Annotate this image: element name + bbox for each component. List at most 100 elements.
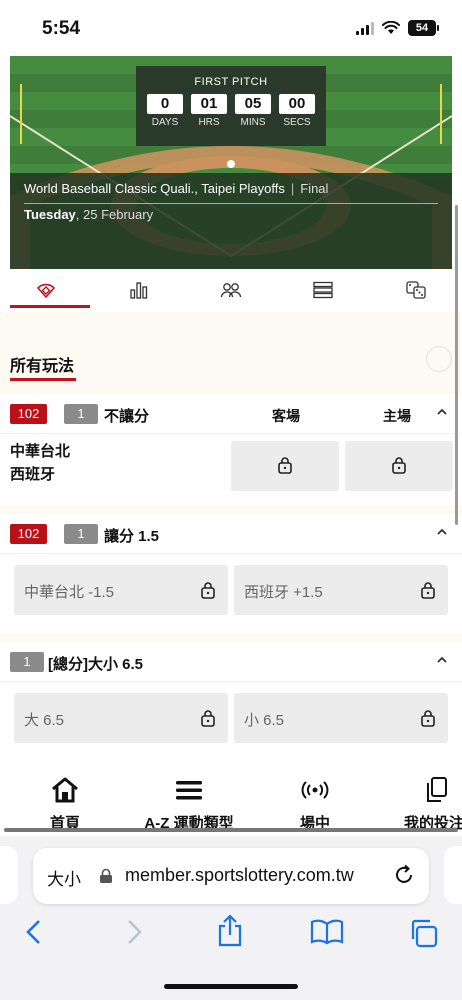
wifi-icon [382, 21, 400, 34]
nav-sports-az[interactable]: A-Z 運動類型 [136, 776, 242, 833]
market-count-badge: 1 [64, 524, 98, 544]
match-day: Tuesday [24, 207, 76, 222]
odd-label: 大 6.5 [24, 712, 65, 729]
reload-icon[interactable] [393, 864, 415, 886]
countdown-title: FIRST PITCH [194, 76, 268, 88]
back-icon[interactable] [24, 918, 44, 946]
status-icons: 54 [356, 20, 439, 36]
list-icon [313, 281, 334, 299]
nav-live[interactable]: 場中 [290, 776, 340, 833]
tab-lineups[interactable] [185, 270, 277, 310]
countdown-label: SECS [283, 117, 311, 128]
odd-over-button[interactable]: 大 6.5 [14, 693, 228, 743]
countdown-panel: FIRST PITCH 0 DAYS 01 HRS 05 MINS 00 SEC… [136, 66, 326, 146]
nav-home[interactable]: 首頁 [40, 776, 90, 833]
bookmarks-icon[interactable] [310, 918, 344, 946]
status-time: 5:54 [42, 18, 81, 39]
team-home: 西班牙 [10, 466, 56, 483]
countdown-value: 05 [235, 94, 271, 114]
players-icon [220, 283, 242, 298]
market-count-badge: 1 [10, 652, 44, 672]
countdown-days: 0 DAYS [147, 94, 183, 128]
address-bar[interactable]: 大小 member.sportslottery.com.tw [33, 848, 429, 904]
menu-icon [176, 781, 202, 800]
col-away-label: 客場 [272, 408, 300, 424]
market-handicap: 102 1 讓分 1.5 中華台北 -1.5 西班牙 +1.5 [0, 514, 462, 634]
team-names: 中華台北 西班牙 [10, 440, 70, 486]
url-text: member.sportslottery.com.tw [125, 865, 354, 885]
countdown-secs: 00 SECS [279, 94, 315, 128]
home-indicator[interactable] [164, 984, 298, 989]
home-icon [52, 777, 78, 803]
divider [24, 203, 438, 204]
market-header[interactable]: 102 1 不讓分 客場 主場 [0, 394, 462, 434]
chevron-up-icon[interactable] [436, 654, 448, 666]
lock-icon [392, 457, 406, 474]
tabs-icon[interactable] [408, 918, 440, 948]
market-name: 不讓分 [104, 408, 150, 425]
countdown-value: 01 [191, 94, 227, 114]
next-tab-preview[interactable] [444, 846, 462, 904]
market-name: 讓分 1.5 [104, 528, 160, 545]
odd-away-button[interactable] [231, 441, 339, 491]
tab-standings[interactable] [277, 270, 369, 310]
page-scrollbar[interactable] [455, 205, 458, 525]
prev-tab-preview[interactable] [0, 846, 18, 904]
dice-icon [406, 281, 426, 299]
filter-toggle[interactable] [426, 346, 452, 372]
lock-icon [201, 710, 215, 727]
odd-label: 西班牙 +1.5 [244, 584, 323, 601]
odd-label: 中華台北 -1.5 [24, 584, 115, 601]
lock-icon [201, 582, 215, 599]
lock-icon [278, 457, 292, 474]
lock-icon [421, 582, 435, 599]
browser-chrome: 大小 member.sportslottery.com.tw [0, 836, 462, 1000]
reader-settings-button[interactable]: 大小 [47, 865, 81, 890]
team-away: 中華台北 [10, 443, 71, 460]
browser-toolbar [0, 914, 462, 954]
odd-home-button[interactable] [345, 441, 453, 491]
market-name: [總分]大小 6.5 [48, 656, 144, 673]
col-home-label: 主場 [383, 408, 411, 424]
match-date: , 25 February [75, 207, 154, 222]
bar-chart-icon [129, 282, 147, 299]
match-status: Final [300, 181, 329, 196]
market-header[interactable]: 102 1 讓分 1.5 [0, 514, 462, 554]
nav-scrollbar[interactable] [4, 828, 458, 832]
live-icon [301, 781, 329, 799]
odd-under-button[interactable]: 小 6.5 [234, 693, 448, 743]
baseball-field-icon [37, 283, 56, 298]
market-id-badge: 102 [10, 404, 47, 424]
share-icon[interactable] [216, 914, 244, 948]
tab-stats[interactable] [92, 270, 184, 310]
filter-active-underline [10, 378, 76, 381]
chevron-up-icon[interactable] [436, 406, 448, 418]
status-bar: 5:54 54 [0, 0, 462, 56]
tab-markets[interactable] [0, 270, 92, 310]
filter-all-markets[interactable]: 所有玩法 [10, 352, 74, 376]
match-hero: FIRST PITCH 0 DAYS 01 HRS 05 MINS 00 SEC… [10, 56, 452, 269]
countdown-value: 00 [279, 94, 315, 114]
countdown-mins: 05 MINS [235, 94, 271, 128]
market-header[interactable]: 1 [總分]大小 6.5 [0, 642, 462, 682]
countdown-value: 0 [147, 94, 183, 114]
bets-icon [427, 777, 447, 802]
odd-handicap-away-button[interactable]: 中華台北 -1.5 [14, 565, 228, 615]
section-gap [0, 506, 462, 514]
chevron-up-icon[interactable] [436, 526, 448, 538]
countdown-label: MINS [240, 117, 266, 128]
odd-handicap-home-button[interactable]: 西班牙 +1.5 [234, 565, 448, 615]
odd-label: 小 6.5 [244, 712, 285, 729]
market-filter: 所有玩法 [0, 312, 462, 394]
lock-icon [421, 710, 435, 727]
lock-icon [100, 868, 112, 883]
countdown-label: DAYS [151, 117, 179, 128]
market-count-badge: 1 [64, 404, 98, 424]
forward-icon[interactable] [124, 918, 144, 946]
nav-my-bets[interactable]: 我的投注 [404, 776, 462, 833]
countdown-hours: 01 HRS [191, 94, 227, 128]
match-tabs [0, 270, 462, 310]
signal-icon [356, 21, 374, 35]
tab-games[interactable] [370, 270, 462, 310]
match-info: World Baseball Classic Quali., Taipei Pl… [10, 173, 452, 269]
